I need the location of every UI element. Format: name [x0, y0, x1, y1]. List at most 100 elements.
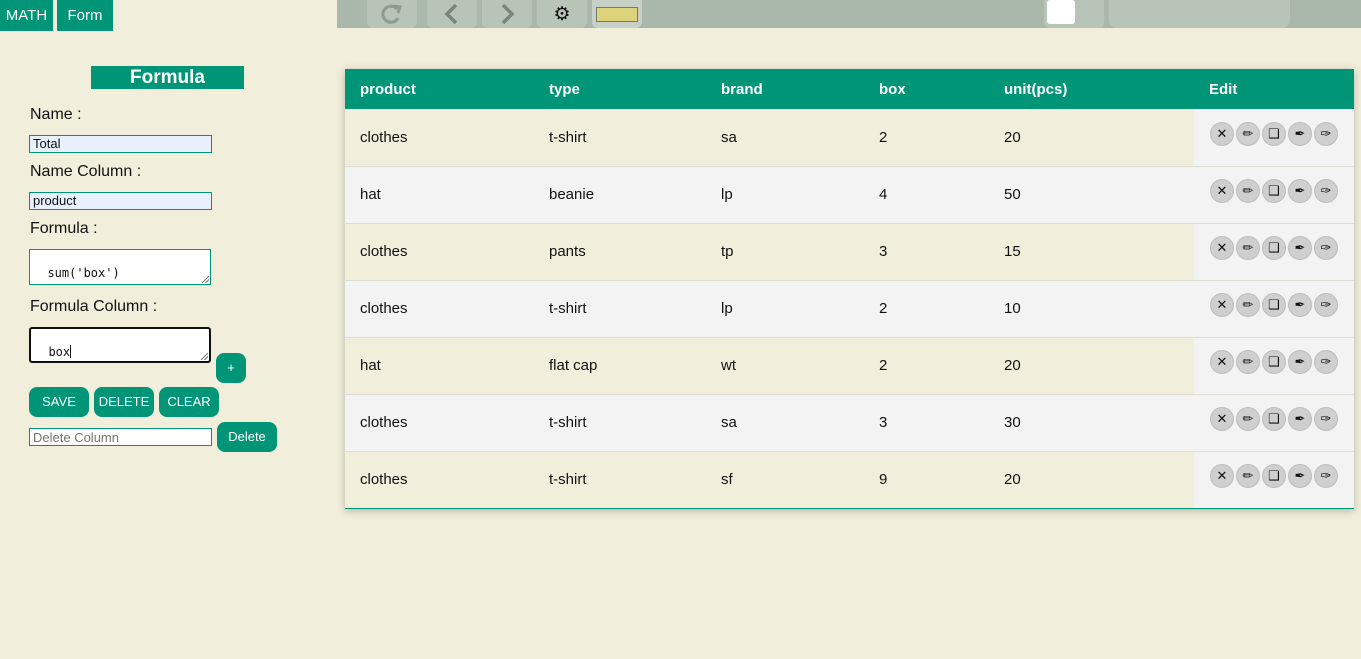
column-header-unit[interactable]: unit(pcs) — [989, 69, 1194, 109]
add-column-button[interactable]: + — [216, 353, 246, 383]
pen-nib-icon[interactable]: ✒ — [1288, 350, 1312, 375]
box-cell: 3 — [879, 414, 888, 431]
table-row: hat beanie lp 4 50 ✕ ✏ ❑ ✒ ✑ — [345, 166, 1354, 223]
pencil-icon[interactable]: ✏ — [1236, 464, 1260, 489]
tab-form[interactable]: Form — [57, 0, 113, 31]
copy-icon[interactable]: ❑ — [1262, 121, 1286, 146]
resize-handle[interactable] — [201, 353, 208, 360]
delete-button[interactable]: DELETE — [94, 387, 154, 417]
clear-button[interactable]: CLEAR — [159, 387, 219, 417]
pen-nib-icon[interactable]: ✒ — [1288, 179, 1312, 204]
edit-actions: ✕ ✏ ❑ ✒ ✑ — [1194, 280, 1354, 337]
type-cell: beanie — [549, 186, 595, 203]
formula-column-textarea[interactable]: box — [29, 327, 211, 363]
edit-actions: ✕ ✏ ❑ ✒ ✑ — [1194, 451, 1354, 508]
toolbar: ⚙ — [337, 0, 1361, 28]
formula-textarea[interactable]: sum('box') — [29, 249, 211, 285]
pen-nib-icon[interactable]: ✒ — [1288, 293, 1312, 318]
color-swatch — [596, 6, 638, 22]
refresh-button[interactable] — [367, 0, 417, 28]
pen-outline-icon[interactable]: ✑ — [1314, 350, 1338, 375]
delete-column-button[interactable]: Delete — [217, 422, 277, 452]
product-cell: clothes — [360, 471, 408, 489]
column-header-product[interactable]: product — [345, 69, 534, 109]
resize-handle[interactable] — [202, 276, 209, 283]
copy-icon[interactable]: ❑ — [1262, 236, 1286, 261]
next-button[interactable] — [482, 0, 532, 28]
edit-actions: ✕ ✏ ❑ ✒ ✑ — [1194, 223, 1354, 280]
formula-column-text: box — [48, 345, 71, 359]
pen-outline-icon[interactable]: ✑ — [1314, 293, 1338, 318]
box-cell: 4 — [879, 186, 888, 203]
name-column-label: Name Column : — [30, 163, 142, 180]
copy-icon[interactable]: ❑ — [1262, 293, 1286, 318]
brand-cell: wt — [721, 357, 736, 374]
edit-actions: ✕ ✏ ❑ ✒ ✑ — [1194, 394, 1354, 451]
brand-cell: lp — [721, 186, 733, 203]
close-icon[interactable]: ✕ — [1210, 179, 1234, 204]
table-row: clothes t-shirt sa 2 20 ✕ ✏ ❑ ✒ ✑ — [345, 109, 1354, 166]
pen-outline-icon[interactable]: ✑ — [1314, 179, 1338, 204]
prev-button[interactable] — [427, 0, 477, 28]
brand-cell: tp — [721, 243, 734, 260]
pen-outline-icon[interactable]: ✑ — [1314, 121, 1338, 146]
pencil-icon[interactable]: ✏ — [1236, 293, 1260, 318]
close-icon[interactable]: ✕ — [1210, 407, 1234, 432]
column-header-type[interactable]: type — [534, 69, 706, 109]
chevron-left-icon — [443, 3, 461, 25]
product-cell: clothes — [360, 243, 408, 260]
brand-cell: lp — [721, 300, 733, 317]
brand-cell: sf — [721, 471, 733, 489]
pencil-icon[interactable]: ✏ — [1236, 407, 1260, 432]
name-label: Name : — [30, 106, 82, 123]
table-row: clothes pants tp 3 15 ✕ ✏ ❑ ✒ ✑ — [345, 223, 1354, 280]
close-icon[interactable]: ✕ — [1210, 121, 1234, 146]
box-cell: 2 — [879, 300, 888, 317]
unit-cell: 10 — [1004, 300, 1021, 317]
pen-nib-icon[interactable]: ✒ — [1288, 236, 1312, 261]
copy-icon[interactable]: ❑ — [1262, 407, 1286, 432]
pen-nib-icon[interactable]: ✒ — [1288, 121, 1312, 146]
copy-icon[interactable]: ❑ — [1262, 350, 1286, 375]
pen-nib-icon[interactable]: ✒ — [1288, 464, 1312, 489]
refresh-icon — [379, 3, 405, 25]
type-cell: t-shirt — [549, 471, 587, 489]
close-icon[interactable]: ✕ — [1210, 350, 1234, 375]
table-row: hat flat cap wt 2 20 ✕ ✏ ❑ ✒ ✑ — [345, 337, 1354, 394]
type-cell: pants — [549, 243, 586, 260]
box-cell: 9 — [879, 471, 888, 489]
toggle-knob — [1047, 0, 1075, 24]
pencil-icon[interactable]: ✏ — [1236, 236, 1260, 261]
pen-outline-icon[interactable]: ✑ — [1314, 236, 1338, 261]
pencil-icon[interactable]: ✏ — [1236, 121, 1260, 146]
product-cell: hat — [360, 357, 381, 374]
save-button[interactable]: SAVE — [29, 387, 89, 417]
table-row: clothes t-shirt sf 9 20 ✕ ✏ ❑ ✒ ✑ — [345, 451, 1354, 508]
toolbar-blank-bar[interactable] — [1109, 0, 1290, 28]
tab-math[interactable]: MATH — [0, 0, 53, 31]
settings-button[interactable]: ⚙ — [537, 0, 587, 28]
column-header-box[interactable]: box — [864, 69, 989, 109]
close-icon[interactable]: ✕ — [1210, 464, 1234, 489]
pen-outline-icon[interactable]: ✑ — [1314, 464, 1338, 489]
formula-text: sum('box') — [47, 266, 120, 280]
copy-icon[interactable]: ❑ — [1262, 179, 1286, 204]
pen-nib-icon[interactable]: ✒ — [1288, 407, 1312, 432]
toggle-switch[interactable] — [1044, 0, 1104, 28]
brand-cell: sa — [721, 128, 737, 146]
close-icon[interactable]: ✕ — [1210, 293, 1234, 318]
name-field[interactable]: Total — [29, 135, 212, 153]
pencil-icon[interactable]: ✏ — [1236, 350, 1260, 375]
delete-column-input[interactable] — [29, 428, 212, 446]
formula-label: Formula : — [30, 220, 98, 237]
brand-cell: sa — [721, 414, 737, 431]
copy-icon[interactable]: ❑ — [1262, 464, 1286, 489]
unit-cell: 20 — [1004, 357, 1021, 374]
pencil-icon[interactable]: ✏ — [1236, 179, 1260, 204]
product-cell: clothes — [360, 300, 408, 317]
close-icon[interactable]: ✕ — [1210, 236, 1234, 261]
column-header-brand[interactable]: brand — [706, 69, 864, 109]
pen-outline-icon[interactable]: ✑ — [1314, 407, 1338, 432]
name-column-field[interactable]: product — [29, 192, 212, 210]
color-picker-button[interactable] — [592, 0, 642, 28]
